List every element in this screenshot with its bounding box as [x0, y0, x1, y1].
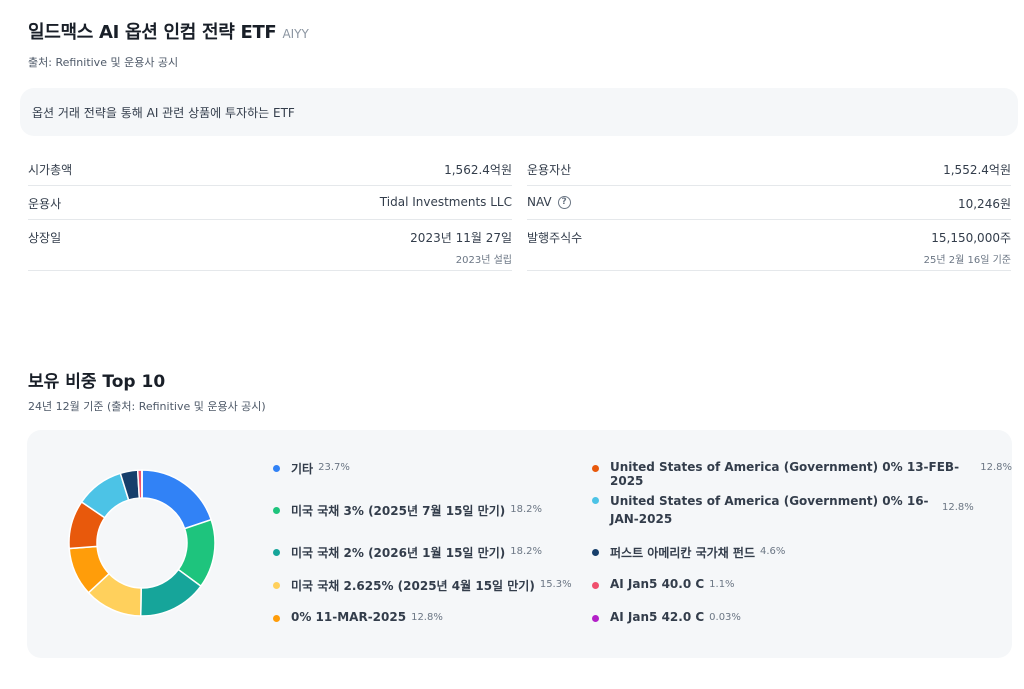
- legend-name: 미국 국채 2.625% (2025년 4월 15일 만기): [291, 579, 535, 593]
- legend-item: United States of America (Government) 0%…: [592, 492, 974, 528]
- page-title: 일드맥스 AI 옵션 인컴 전략 ETF: [28, 22, 277, 43]
- legend-dot: [273, 615, 280, 622]
- legend-item: 미국 국채 2.625% (2025년 4월 15일 만기) 15.3%: [273, 577, 572, 594]
- legend-name: 0% 11-MAR-2025: [291, 610, 407, 624]
- legend-pct: 12.8%: [942, 502, 974, 513]
- legend-dot: [273, 465, 280, 472]
- info-value-block: 2023년 11월 27일 2023년 설립: [410, 229, 512, 266]
- legend-pct: 12.8%: [411, 612, 443, 623]
- donut-slice-0: [141, 469, 213, 530]
- holdings-subtitle: 24년 12월 기준 (출처: Refinitive 및 운용사 공시): [28, 400, 266, 413]
- legend-item: 미국 국채 2% (2026년 1월 15일 만기) 18.2%: [273, 544, 542, 561]
- legend-dot: [273, 549, 280, 556]
- legend-name: 기타: [291, 462, 314, 476]
- help-circle-icon[interactable]: ?: [557, 195, 571, 209]
- info-table-left: 시가총액 1,562.4억원 운용사 Tidal Investments LLC…: [28, 152, 512, 271]
- legend-item: United States of America (Government) 0%…: [592, 460, 1012, 488]
- legend-name: 미국 국채 3% (2025년 7월 15일 만기): [291, 504, 506, 518]
- legend-dot: [592, 582, 599, 589]
- nav-label-group: NAV ?: [527, 195, 571, 209]
- legend-dot: [273, 507, 280, 514]
- holdings-panel: 기타 23.7% 미국 국채 3% (2025년 7월 15일 만기) 18.2…: [27, 430, 1012, 658]
- legend-pct: 1.1%: [709, 579, 735, 590]
- info-subvalue: 25년 2월 16일 기준: [923, 255, 1011, 266]
- info-value: 1,562.4억원: [444, 163, 512, 177]
- info-row-aum: 운용자산 1,552.4억원: [527, 152, 1011, 186]
- description-text: 옵션 거래 전략을 통해 AI 관련 상품에 투자하는 ETF: [32, 105, 295, 120]
- ticker-symbol: AIYY: [282, 27, 309, 41]
- source-text: 출처: Refinitive 및 운용사 공시: [28, 56, 179, 69]
- info-value: 10,246원: [957, 197, 1011, 211]
- info-table-right: 운용자산 1,552.4억원 NAV ? 10,246원 발행주식수 15,15…: [527, 152, 1011, 271]
- legend-pct: 18.2%: [510, 504, 542, 515]
- legend-pct: 0.03%: [709, 612, 741, 623]
- legend-item: 퍼스트 아메리칸 국가채 펀드 4.6%: [592, 544, 785, 561]
- info-value: 1,552.4억원: [943, 163, 1011, 177]
- header: 일드맥스 AI 옵션 인컴 전략 ETF AIYY 출처: Refinitive…: [28, 18, 309, 70]
- info-value-block: 15,150,000주 25년 2월 16일 기준: [924, 229, 1011, 266]
- legend-item: 0% 11-MAR-2025 12.8%: [273, 610, 443, 624]
- info-value: Tidal Investments LLC: [379, 195, 512, 209]
- holdings-donut-chart: [68, 469, 216, 617]
- legend-item: AI Jan5 40.0 C 1.1%: [592, 577, 735, 591]
- info-row-market-cap: 시가총액 1,562.4억원: [28, 152, 512, 186]
- info-subvalue: 2023년 설립: [455, 255, 512, 266]
- legend-pct: 15.3%: [539, 579, 572, 590]
- legend-pct: 18.2%: [510, 546, 542, 557]
- info-label: 상장일: [28, 231, 62, 245]
- legend-name: AI Jan5 42.0 C: [610, 610, 705, 624]
- legend-name: United States of America (Government) 0%…: [610, 494, 929, 526]
- legend-item: 기타 23.7%: [273, 460, 350, 477]
- legend-name: AI Jan5 40.0 C: [610, 577, 705, 591]
- description-box: 옵션 거래 전략을 통해 AI 관련 상품에 투자하는 ETF: [20, 88, 1018, 136]
- legend-pct: 12.8%: [980, 462, 1012, 473]
- legend-dot: [592, 465, 599, 472]
- legend-dot: [273, 582, 280, 589]
- info-row-shares: 발행주식수 15,150,000주 25년 2월 16일 기준: [527, 220, 1011, 271]
- info-row-manager: 운용사 Tidal Investments LLC: [28, 186, 512, 220]
- info-row-listing-date: 상장일 2023년 11월 27일 2023년 설립: [28, 220, 512, 271]
- info-label: 운용자산: [527, 163, 572, 177]
- info-value: 15,150,000주: [931, 231, 1011, 245]
- legend-name: United States of America (Government) 0%…: [610, 460, 960, 488]
- title-row: 일드맥스 AI 옵션 인컴 전략 ETF AIYY: [28, 18, 309, 44]
- legend-dot: [592, 549, 599, 556]
- legend-item: 미국 국채 3% (2025년 7월 15일 만기) 18.2%: [273, 502, 542, 519]
- legend-item: AI Jan5 42.0 C 0.03%: [592, 610, 741, 624]
- legend-pct: 4.6%: [760, 546, 786, 557]
- legend-dot: [592, 615, 599, 622]
- info-label: 시가총액: [28, 163, 73, 177]
- info-label: 발행주식수: [527, 231, 583, 245]
- legend-dot: [592, 497, 599, 504]
- legend-name: 미국 국채 2% (2026년 1월 15일 만기): [291, 546, 506, 560]
- info-label: 운용사: [28, 197, 62, 211]
- info-row-nav: NAV ? 10,246원: [527, 186, 1011, 220]
- legend-pct: 23.7%: [318, 462, 350, 473]
- info-label: NAV: [527, 195, 552, 209]
- holdings-title: 보유 비중 Top 10: [28, 372, 166, 392]
- info-value: 2023년 11월 27일: [410, 231, 512, 245]
- legend-name: 퍼스트 아메리칸 국가채 펀드: [610, 546, 756, 560]
